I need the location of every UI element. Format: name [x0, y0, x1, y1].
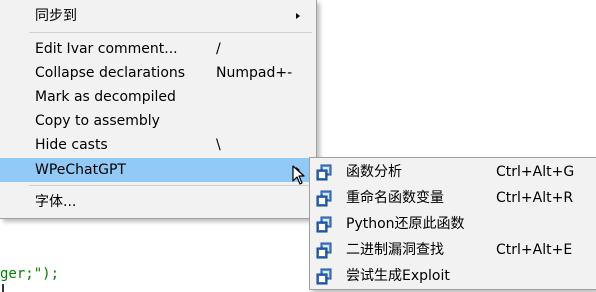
submenu-item-python-restore[interactable]: Python还原此函数 — [310, 211, 596, 237]
menu-separator — [29, 185, 312, 186]
code-text: ger;"); — [0, 266, 60, 282]
submenu-item-label: Python还原此函数 — [346, 216, 465, 232]
menu-item-sync-to[interactable]: 同步到 — [0, 4, 316, 28]
menu-item-edit-ivar-comment[interactable]: Edit Ivar comment... / — [0, 37, 316, 61]
plugin-action-icon — [316, 216, 332, 233]
submenu-item-function-analysis[interactable]: 函数分析 Ctrl+Alt+G — [310, 159, 596, 185]
menu-item-label: Copy to assembly — [35, 113, 160, 129]
menu-item-shortcut: \ — [216, 137, 221, 153]
menu-item-wpechatgpt[interactable]: WPeChatGPT — [0, 158, 316, 182]
submenu-item-shortcut: Ctrl+Alt+E — [496, 242, 573, 258]
submenu-item-shortcut: Ctrl+Alt+R — [496, 190, 574, 206]
plugin-action-icon — [316, 242, 332, 259]
menu-separator — [29, 32, 312, 33]
menu-item-label: Mark as decompiled — [35, 89, 176, 105]
mouse-cursor-icon — [292, 165, 305, 185]
submenu-item-label: 重命名函数变量 — [346, 190, 444, 206]
menu-item-label: Hide casts — [35, 137, 108, 153]
menu-item-label: 同步到 — [35, 8, 77, 24]
submenu-item-label: 二进制漏洞查找 — [346, 242, 444, 258]
menu-item-label: Collapse declarations — [35, 65, 186, 81]
submenu-item-label: 尝试生成Exploit — [346, 268, 450, 284]
menu-item-label: 字体... — [35, 194, 77, 210]
menu-item-collapse-declarations[interactable]: Collapse declarations Numpad+- — [0, 61, 316, 85]
menu-item-copy-to-assembly[interactable]: Copy to assembly — [0, 109, 316, 133]
code-line: ger;"); — [0, 266, 59, 282]
menu-item-font[interactable]: 字体... — [0, 190, 316, 214]
menu-item-mark-as-decompiled[interactable]: Mark as decompiled — [0, 85, 316, 109]
submenu-item-vulnerability-search[interactable]: 二进制漏洞查找 Ctrl+Alt+E — [310, 237, 596, 263]
code-fragment — [2, 284, 4, 292]
menu-item-shortcut: / — [216, 41, 221, 57]
submenu-item-label: 函数分析 — [346, 164, 402, 180]
menu-item-hide-casts[interactable]: Hide casts \ — [0, 133, 316, 157]
submenu-item-shortcut: Ctrl+Alt+G — [496, 164, 575, 180]
context-menu: 同步到 Edit Ivar comment... / Collapse decl… — [0, 0, 317, 219]
plugin-action-icon — [316, 268, 332, 285]
plugin-action-icon — [316, 164, 332, 181]
menu-item-shortcut: Numpad+- — [216, 65, 293, 81]
submenu-item-generate-exploit[interactable]: 尝试生成Exploit — [310, 263, 596, 289]
submenu-item-rename-variables[interactable]: 重命名函数变量 Ctrl+Alt+R — [310, 185, 596, 211]
menu-item-label: WPeChatGPT — [35, 162, 126, 178]
plugin-action-icon — [316, 190, 332, 207]
submenu-arrow-icon — [296, 13, 300, 19]
menu-item-label: Edit Ivar comment... — [35, 41, 178, 57]
wpechatgpt-submenu: 函数分析 Ctrl+Alt+G 重命名函数变量 Ctrl+Alt+R Pytho… — [309, 157, 596, 290]
